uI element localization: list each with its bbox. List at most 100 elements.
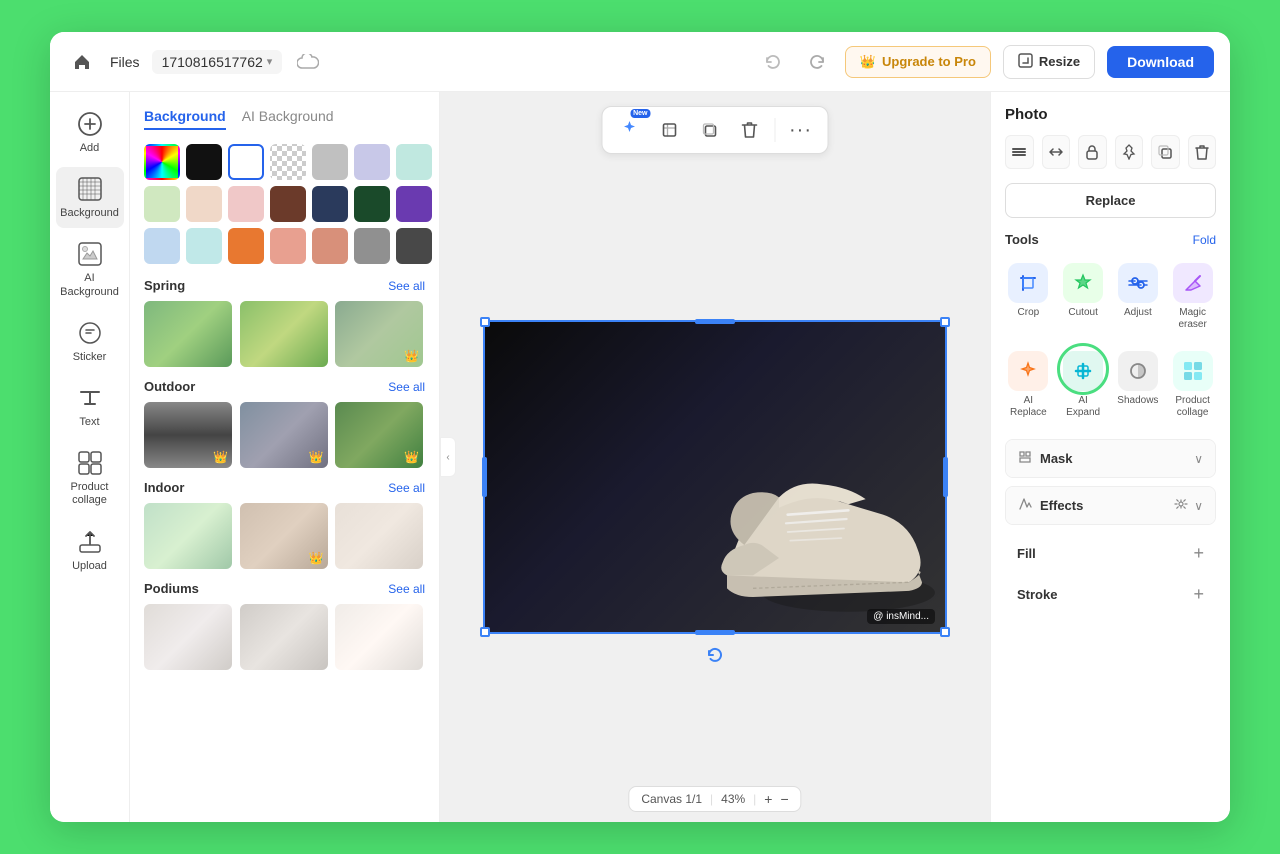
color-swatch-lgreen[interactable]: [144, 186, 180, 222]
chevron-down-icon: ▾: [267, 55, 273, 68]
resize-handle-tr[interactable]: [940, 317, 950, 327]
color-swatch-orange[interactable]: [228, 228, 264, 264]
page-label: Canvas 1/1: [641, 792, 702, 806]
color-swatch-lteal[interactable]: [186, 228, 222, 264]
sidebar-item-upload[interactable]: Upload: [56, 520, 124, 581]
color-swatch-lgray[interactable]: [312, 144, 348, 180]
color-swatch-gradient[interactable]: [144, 144, 180, 180]
ai-tool-button[interactable]: New: [613, 113, 647, 147]
outdoor-see-all[interactable]: See all: [388, 380, 425, 394]
indoor-see-all[interactable]: See all: [388, 481, 425, 495]
effects-header[interactable]: Effects ∨: [1006, 487, 1215, 524]
delete-canvas-button[interactable]: [733, 113, 767, 147]
tab-background[interactable]: Background: [144, 108, 226, 130]
rotate-handle[interactable]: [705, 645, 725, 670]
rp-layers-icon[interactable]: [1005, 135, 1034, 169]
undo-button[interactable]: [757, 46, 789, 78]
tool-adjust[interactable]: Adjust: [1115, 257, 1162, 337]
rp-pin-icon[interactable]: [1115, 135, 1144, 169]
more-options-button[interactable]: ···: [784, 113, 818, 147]
tools-section-header: Tools Fold: [1005, 232, 1216, 247]
podiums-see-all[interactable]: See all: [388, 582, 425, 596]
cutout-icon-box: [1063, 263, 1103, 303]
color-swatch-mint[interactable]: [396, 144, 432, 180]
indoor-image-2[interactable]: 👑: [240, 503, 328, 569]
spring-image-2[interactable]: [240, 301, 328, 367]
tab-ai-background[interactable]: AI Background: [242, 108, 334, 130]
tool-shadows[interactable]: Shadows: [1115, 345, 1162, 425]
color-swatch-peach[interactable]: [186, 186, 222, 222]
rp-delete-icon[interactable]: [1188, 135, 1217, 169]
mask-header[interactable]: Mask ∨: [1006, 440, 1215, 477]
outdoor-image-1[interactable]: 👑: [144, 402, 232, 468]
color-swatch-black[interactable]: [186, 144, 222, 180]
resize-handle-bl[interactable]: [480, 627, 490, 637]
sidebar-item-sticker[interactable]: Sticker: [56, 311, 124, 372]
canvas-selected-object[interactable]: @ insMind...: [483, 320, 947, 634]
podiums-image-2[interactable]: [240, 604, 328, 670]
spring-image-3[interactable]: 👑: [335, 301, 423, 367]
files-label[interactable]: Files: [110, 54, 140, 70]
sidebar-item-text-label: Text: [79, 416, 99, 429]
resize-handle-top[interactable]: [695, 319, 735, 324]
color-swatch-brown[interactable]: [270, 186, 306, 222]
download-button[interactable]: Download: [1107, 46, 1214, 78]
color-swatch-transparent[interactable]: [270, 144, 306, 180]
color-swatch-rose[interactable]: [312, 228, 348, 264]
resize-handle-tl[interactable]: [480, 317, 490, 327]
tool-product-collage[interactable]: Product collage: [1169, 345, 1216, 425]
crown-badge-outdoor2: 👑: [309, 450, 324, 464]
color-swatch-purple[interactable]: [396, 186, 432, 222]
upgrade-pro-button[interactable]: 👑 Upgrade to Pro: [845, 46, 991, 78]
color-swatch-salmon[interactable]: [270, 228, 306, 264]
zoom-out-button[interactable]: −: [780, 791, 788, 807]
tool-crop[interactable]: Crop: [1005, 257, 1052, 337]
color-swatch-lpink[interactable]: [228, 186, 264, 222]
adjust-icon-box: [1118, 263, 1158, 303]
spring-image-1[interactable]: [144, 301, 232, 367]
tool-ai-expand[interactable]: AI Expand: [1060, 345, 1107, 425]
zoom-in-button[interactable]: +: [764, 791, 772, 807]
home-button[interactable]: [66, 46, 98, 78]
color-swatch-mgray[interactable]: [354, 228, 390, 264]
color-swatch-dgray[interactable]: [396, 228, 432, 264]
rp-duplicate-icon[interactable]: [1151, 135, 1180, 169]
color-swatch-dblue[interactable]: [312, 186, 348, 222]
redo-button[interactable]: [801, 46, 833, 78]
stroke-row[interactable]: Stroke +: [1005, 574, 1216, 615]
color-swatch-lavender[interactable]: [354, 144, 390, 180]
outdoor-image-3[interactable]: 👑: [335, 402, 423, 468]
indoor-image-1[interactable]: [144, 503, 232, 569]
podiums-image-1[interactable]: [144, 604, 232, 670]
fold-label[interactable]: Fold: [1193, 233, 1216, 247]
rp-flip-icon[interactable]: [1042, 135, 1071, 169]
sidebar-item-background[interactable]: Background: [56, 167, 124, 228]
effects-settings-icon[interactable]: [1174, 497, 1188, 514]
sidebar-item-product-collage[interactable]: Product collage: [56, 441, 124, 515]
outdoor-image-2[interactable]: 👑: [240, 402, 328, 468]
spring-see-all[interactable]: See all: [388, 279, 425, 293]
replace-button[interactable]: Replace: [1005, 183, 1216, 218]
podiums-image-3[interactable]: [335, 604, 423, 670]
tool-cutout[interactable]: Cutout: [1060, 257, 1107, 337]
sidebar-item-text[interactable]: Text: [56, 376, 124, 437]
color-swatch-lblue[interactable]: [144, 228, 180, 264]
color-swatch-white[interactable]: [228, 144, 264, 180]
resize-handle-left[interactable]: [482, 457, 487, 497]
rp-lock-icon[interactable]: [1078, 135, 1107, 169]
fill-row[interactable]: Fill +: [1005, 533, 1216, 574]
resize-handle-br[interactable]: [940, 627, 950, 637]
sidebar-item-ai-background[interactable]: AI Background: [56, 232, 124, 306]
tool-magic-eraser[interactable]: Magic eraser: [1169, 257, 1216, 337]
crop-canvas-button[interactable]: [653, 113, 687, 147]
filename-selector[interactable]: 1710816517762 ▾: [152, 50, 283, 74]
panel-collapse-left[interactable]: ‹: [440, 437, 456, 477]
resize-handle-right[interactable]: [943, 457, 948, 497]
sidebar-item-add[interactable]: Add: [56, 102, 124, 163]
copy-canvas-button[interactable]: [693, 113, 727, 147]
color-swatch-dgreen[interactable]: [354, 186, 390, 222]
resize-button[interactable]: Resize: [1003, 45, 1095, 79]
resize-handle-bottom[interactable]: [695, 630, 735, 635]
indoor-image-3[interactable]: [335, 503, 423, 569]
tool-ai-replace[interactable]: AI Replace: [1005, 345, 1052, 425]
